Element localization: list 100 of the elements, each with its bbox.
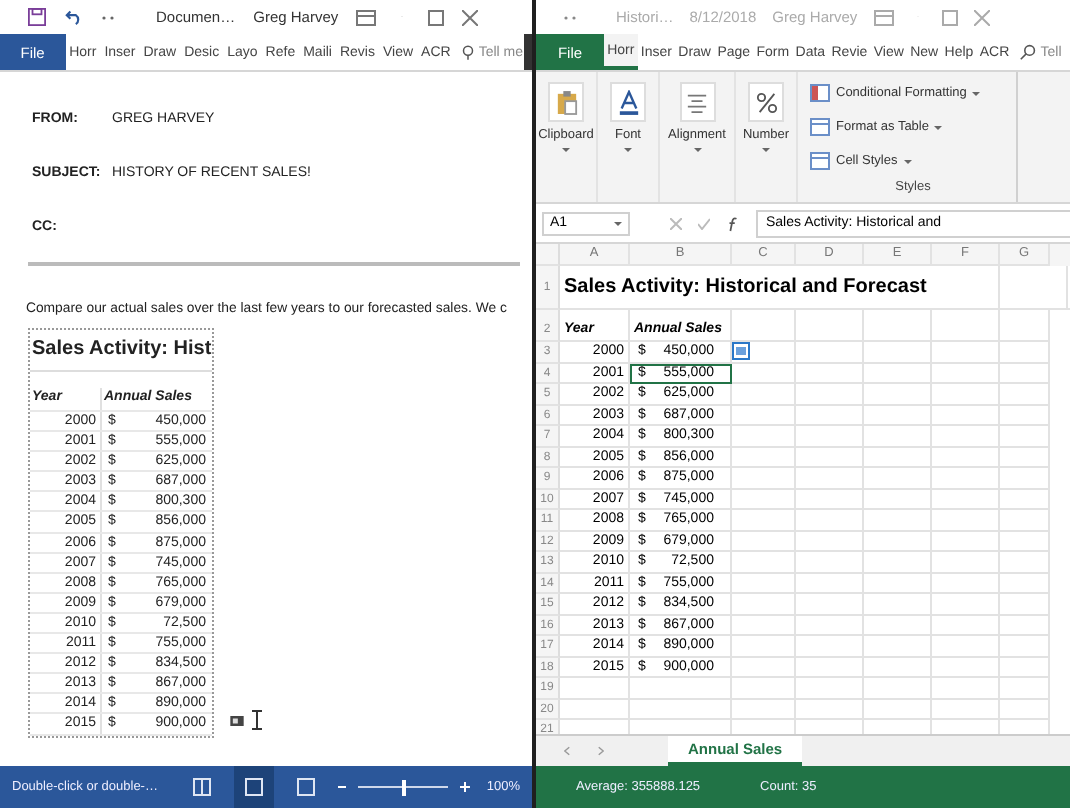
maximize-icon[interactable] (428, 9, 445, 25)
sheet-cell[interactable] (864, 363, 932, 384)
sheet-cell[interactable] (796, 489, 864, 510)
sheet-cell[interactable] (1000, 447, 1050, 468)
sheet-cell[interactable] (1000, 363, 1050, 384)
sheet-cell[interactable] (796, 342, 864, 363)
sheet-cell[interactable] (864, 384, 932, 405)
sheet-cell[interactable] (932, 405, 1000, 426)
scroll-left-icon[interactable] (564, 746, 570, 756)
sheet-cell[interactable] (932, 678, 1000, 699)
sheet-cell[interactable] (932, 384, 1000, 405)
sheet-cell[interactable] (1000, 573, 1050, 594)
sheet-cell[interactable] (732, 342, 796, 363)
sheet-cell[interactable] (932, 510, 1000, 531)
sheet-cell[interactable] (932, 552, 1000, 573)
sheet-cell[interactable] (732, 447, 796, 468)
sheet-cell[interactable] (732, 531, 796, 552)
sheet-cell[interactable] (1000, 531, 1050, 552)
sheet-cell[interactable] (864, 489, 932, 510)
sheet-cell[interactable] (796, 552, 864, 573)
scroll-right-icon[interactable] (598, 746, 604, 756)
sheet-cell[interactable] (1000, 489, 1050, 510)
sheet-cell[interactable] (732, 699, 796, 720)
close-icon[interactable] (973, 9, 990, 25)
sheet-cell[interactable] (932, 447, 1000, 468)
sheet-cell[interactable] (796, 468, 864, 489)
sheet-cell[interactable] (1000, 384, 1050, 405)
sheet-cell[interactable] (864, 552, 932, 573)
sheet-cell[interactable] (864, 678, 932, 699)
sheet-cell[interactable] (732, 636, 796, 657)
sheet-cell[interactable] (732, 510, 796, 531)
sheet-cell[interactable] (732, 552, 796, 573)
sheet-cell[interactable] (796, 310, 864, 342)
close-icon[interactable] (462, 9, 479, 25)
sheet-cell[interactable] (796, 636, 864, 657)
sheet-cell[interactable] (1000, 636, 1050, 657)
sheet-cell[interactable] (932, 363, 1000, 384)
sheet-cell[interactable] (796, 678, 864, 699)
sheet-cell[interactable] (732, 678, 796, 699)
sheet-cell[interactable] (1000, 426, 1050, 447)
sheet-cell[interactable] (864, 573, 932, 594)
sheet-cell[interactable] (864, 468, 932, 489)
lightbulb-icon[interactable] (462, 43, 475, 61)
zoom-in-icon[interactable] (460, 782, 471, 792)
sheet-cell[interactable] (1000, 342, 1050, 363)
sheet-cell[interactable] (796, 405, 864, 426)
sheet-cell[interactable] (1000, 678, 1050, 699)
sheet-cell[interactable] (560, 678, 630, 699)
sheet-cell[interactable] (796, 510, 864, 531)
sheet-cell[interactable] (1000, 699, 1050, 720)
sheet-cell[interactable] (932, 636, 1000, 657)
sheet-cell[interactable] (732, 594, 796, 615)
sheet-cell[interactable] (630, 699, 732, 720)
sheet-cell[interactable] (796, 573, 864, 594)
sheet-cell[interactable] (796, 615, 864, 636)
sheet-cell[interactable] (932, 531, 1000, 552)
sheet-cell[interactable] (732, 657, 796, 678)
sheet-cell[interactable] (932, 594, 1000, 615)
cancel-icon[interactable] (670, 217, 682, 229)
sheet-cell[interactable] (932, 699, 1000, 720)
sheet-cell[interactable] (864, 405, 932, 426)
sheet-cell[interactable] (1000, 615, 1050, 636)
sheet-cell[interactable] (864, 342, 932, 363)
sheet-cell[interactable] (1000, 657, 1050, 678)
sheet-cell[interactable] (932, 310, 1000, 342)
sheet-cell[interactable] (864, 426, 932, 447)
sheet-cell[interactable] (864, 447, 932, 468)
sheet-cell[interactable] (864, 615, 932, 636)
sheet-cell[interactable] (732, 489, 796, 510)
sheet-cell[interactable] (932, 342, 1000, 363)
sheet-cell[interactable] (796, 699, 864, 720)
check-icon[interactable] (698, 217, 710, 229)
sheet-cell[interactable] (864, 594, 932, 615)
sheet-cell[interactable] (1000, 310, 1050, 342)
sheet-cell[interactable] (630, 678, 732, 699)
sheet-cell[interactable] (560, 699, 630, 720)
sheet-cell[interactable] (864, 310, 932, 342)
sheet-cell[interactable] (796, 594, 864, 615)
sheet-cell[interactable] (932, 615, 1000, 636)
view-mode-button[interactable] (233, 766, 274, 808)
sheet-cell[interactable] (932, 426, 1000, 447)
paste-options-icon[interactable] (230, 715, 244, 725)
sheet-cell[interactable] (932, 266, 1000, 310)
sheet-cell[interactable] (932, 573, 1000, 594)
embedded-spreadsheet[interactable] (28, 328, 214, 737)
sheet-cell[interactable] (796, 657, 864, 678)
sheet-cell[interactable] (796, 363, 864, 384)
sheet-cell[interactable] (796, 384, 864, 405)
quick-analysis-icon[interactable] (732, 342, 750, 361)
save-icon[interactable] (28, 8, 46, 26)
sheet-cell[interactable] (732, 426, 796, 447)
sheet-cell[interactable] (1000, 594, 1050, 615)
sheet-cell[interactable] (732, 405, 796, 426)
sheet-cell[interactable] (732, 615, 796, 636)
sheet-cell[interactable] (732, 384, 796, 405)
sheet-cell[interactable] (732, 363, 796, 384)
maximize-icon[interactable] (941, 9, 958, 25)
sheet-cell[interactable] (864, 531, 932, 552)
sheet-cell[interactable] (932, 468, 1000, 489)
caret-icon[interactable] (614, 221, 622, 225)
